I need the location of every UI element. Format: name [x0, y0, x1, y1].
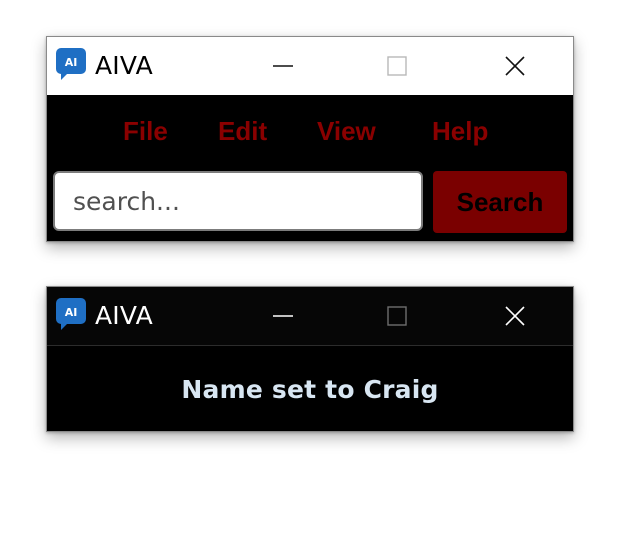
aiva-app-icon: AI — [55, 297, 87, 331]
status-message: Name set to Craig — [181, 374, 439, 404]
aiva-search-window: AI AIVA File Edit View Help search... Se… — [46, 36, 574, 242]
title-bar[interactable]: AI AIVA — [47, 37, 573, 95]
search-input[interactable] — [53, 171, 423, 231]
search-button[interactable]: Search — [433, 171, 567, 233]
minimize-icon — [273, 315, 293, 317]
minimize-icon — [273, 65, 293, 67]
aiva-status-window: AI AIVA Name set to Craig — [46, 286, 574, 432]
status-panel: Name set to Craig — [47, 346, 573, 431]
minimize-button[interactable] — [253, 37, 313, 95]
menu-edit[interactable]: Edit — [218, 115, 267, 147]
window-title: AIVA — [95, 51, 153, 80]
menu-view[interactable]: View — [317, 115, 376, 147]
maximize-icon — [387, 56, 407, 76]
aiva-app-icon: AI — [55, 47, 87, 81]
maximize-icon — [387, 306, 407, 326]
close-icon — [505, 56, 525, 76]
app-icon-text: AI — [65, 306, 78, 319]
close-icon — [505, 306, 525, 326]
menu-help[interactable]: Help — [432, 115, 488, 147]
search-row: Search — [47, 169, 573, 239]
window-title: AIVA — [95, 301, 153, 330]
close-button[interactable] — [485, 287, 545, 345]
screen: AI AIVA File Edit View Help search... Se… — [0, 0, 618, 543]
app-icon-text: AI — [65, 56, 78, 69]
menu-bar: File Edit View Help — [47, 95, 573, 169]
maximize-button[interactable] — [367, 287, 427, 345]
menu-file[interactable]: File — [123, 115, 168, 147]
close-button[interactable] — [485, 37, 545, 95]
maximize-button[interactable] — [367, 37, 427, 95]
title-bar[interactable]: AI AIVA — [47, 287, 573, 346]
minimize-button[interactable] — [253, 287, 313, 345]
